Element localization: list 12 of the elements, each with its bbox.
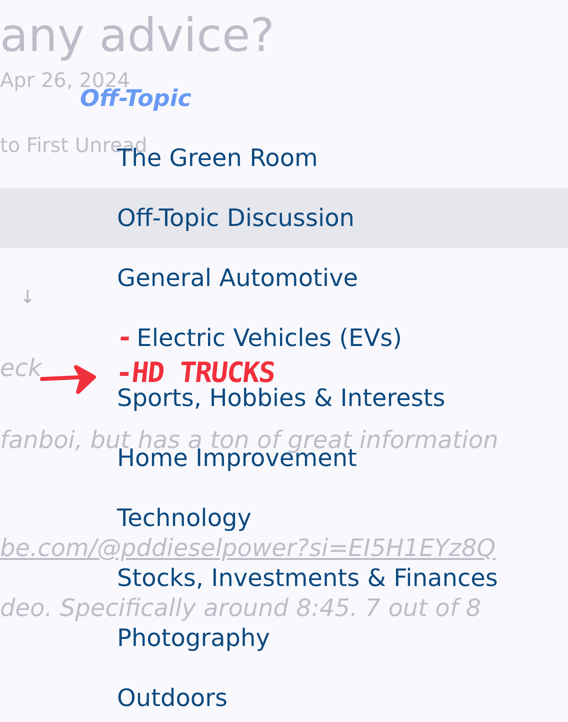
post-title: any advice? <box>0 7 275 63</box>
menu-item[interactable]: Photography <box>117 623 270 653</box>
menu-item[interactable]: Technology <box>117 503 252 533</box>
handwritten-mark: - <box>115 323 134 353</box>
menu-item[interactable]: Off-Topic Discussion <box>0 188 568 248</box>
background-text: deo. Specifically around 8:45. 7 out of 8 <box>0 593 482 623</box>
menu-item[interactable]: General Automotive <box>117 263 358 293</box>
menu-item[interactable]: Outdoors <box>117 683 228 713</box>
menu-item[interactable]: Electric Vehicles (EVs) <box>136 323 402 353</box>
background-text: ↓ <box>19 288 36 308</box>
background-text: eck <box>0 353 42 383</box>
menu-item[interactable]: Stocks, Investments & Finances <box>117 563 498 593</box>
